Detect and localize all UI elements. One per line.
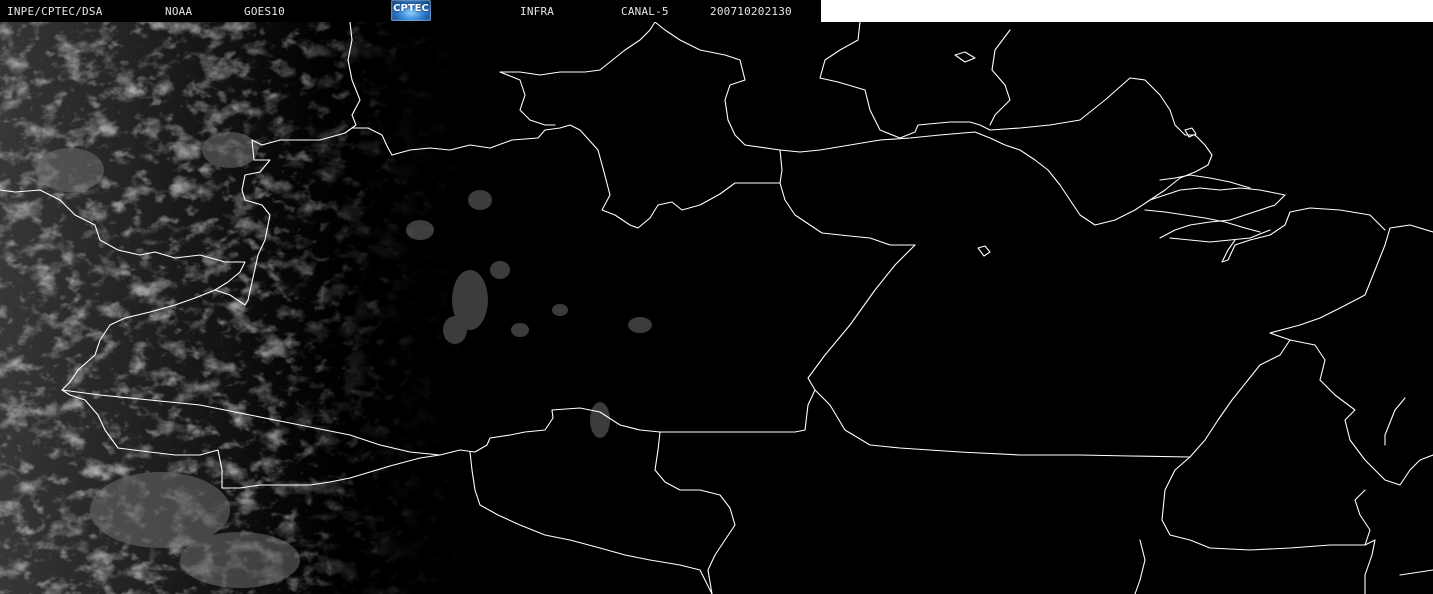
logo-label: CPTEC: [393, 3, 429, 14]
header-agency: NOAA: [165, 5, 193, 18]
header-product: INFRA: [520, 5, 555, 18]
cptec-logo-icon: CPTEC: [391, 0, 431, 21]
satellite-image-viewer: INPE/CPTEC/DSA NOAA GOES10 CPTEC INFRA C…: [0, 0, 1433, 594]
header-satellite: GOES10: [244, 5, 285, 18]
header-blank-area: [821, 0, 1433, 22]
image-header-bar: INPE/CPTEC/DSA NOAA GOES10 CPTEC INFRA C…: [0, 0, 821, 22]
satellite-map: [0, 22, 1433, 594]
header-channel: CANAL-5: [621, 5, 669, 18]
header-source: INPE/CPTEC/DSA: [7, 5, 103, 18]
header-timestamp: 200710202130: [710, 5, 792, 18]
